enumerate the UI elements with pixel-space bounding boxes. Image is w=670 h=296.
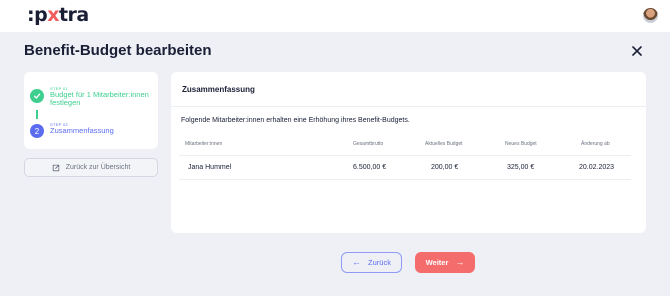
- cell-gross: 6.500,00 €: [353, 164, 387, 171]
- step-label: Zusammenfassung: [50, 126, 114, 135]
- section-title: Zusammenfassung: [182, 85, 255, 94]
- external-link-icon: [52, 164, 59, 171]
- cell-employee-name: Jana Hummel: [188, 164, 232, 171]
- column-header-new-budget: Neues Budget: [505, 141, 537, 147]
- page-title: Benefit-Budget bearbeiten: [24, 42, 212, 59]
- summary-card: Zusammenfassung Folgende Mitarbeiter:inn…: [171, 72, 646, 233]
- arrow-left-icon: ←: [352, 257, 362, 267]
- back-to-overview-label: Zurück zur Übersicht: [65, 164, 131, 171]
- column-header-current-budget: Aktuelles Budget: [425, 141, 463, 147]
- close-button[interactable]: [630, 44, 644, 58]
- top-bar: :pxtra: [0, 0, 670, 32]
- next-button-label: Weiter: [425, 258, 449, 267]
- back-to-overview-button[interactable]: Zurück zur Übersicht: [24, 158, 158, 177]
- arrow-right-icon: →: [455, 257, 465, 267]
- divider: [179, 179, 631, 180]
- column-header-employee: Mitarbeiter:innen: [185, 141, 223, 147]
- divider: [171, 106, 646, 107]
- pxtra-logo[interactable]: :pxtra: [27, 4, 89, 26]
- column-header-gross: Gesamtbrutto: [353, 141, 384, 147]
- column-header-change-date: Änderung ab: [581, 141, 610, 147]
- next-button[interactable]: Weiter →: [415, 252, 475, 273]
- step-done-circle: [30, 89, 44, 103]
- step-number-circle: 2: [30, 124, 44, 138]
- stepper: STEP 01 Budget für 1 Mitarbeiter:innen f…: [24, 72, 158, 149]
- cell-new-budget: 325,00 €: [507, 164, 535, 171]
- step-connector: [36, 110, 38, 119]
- check-icon: [33, 93, 41, 99]
- close-icon[interactable]: [630, 44, 644, 58]
- cell-current-budget: 200,00 €: [431, 164, 459, 171]
- back-button[interactable]: ← Zurück: [341, 252, 402, 273]
- back-button-label: Zurück: [368, 258, 391, 267]
- avatar[interactable]: [643, 8, 658, 23]
- step-label: Budget für 1 Mitarbeiter:innen festlegen: [50, 90, 149, 107]
- summary-description: Folgende Mitarbeiter:innen erhalten eine…: [181, 117, 410, 124]
- divider: [179, 155, 631, 156]
- cell-change-date: 20.02.2023: [579, 164, 615, 171]
